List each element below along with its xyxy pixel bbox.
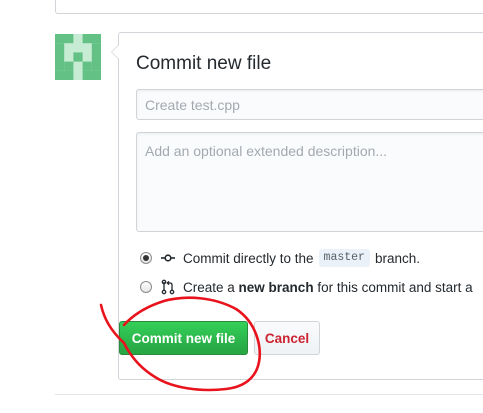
git-pull-request-icon — [160, 279, 176, 295]
option-commit-direct[interactable]: Commit directly to the master branch. — [140, 248, 420, 268]
option-new-branch[interactable]: Create a new branch for this commit and … — [140, 277, 473, 297]
new-branch-bold: new branch — [238, 279, 314, 295]
identicon-avatar-icon — [55, 34, 101, 80]
commit-new-file-button[interactable]: Commit new file — [119, 321, 248, 355]
commit-page: Commit new file Commit directly to the m… — [0, 0, 483, 413]
user-avatar[interactable] — [55, 34, 101, 80]
new-branch-suffix: for this commit and start a — [317, 279, 473, 295]
section-divider — [55, 394, 483, 395]
commit-form-title: Commit new file — [136, 53, 272, 74]
previous-section-box — [55, 0, 483, 14]
commit-direct-radio[interactable] — [140, 252, 152, 264]
new-branch-radio[interactable] — [140, 281, 152, 293]
commit-direct-suffix: branch. — [374, 250, 420, 266]
cancel-button[interactable]: Cancel — [254, 321, 320, 355]
git-commit-icon — [160, 250, 176, 266]
commit-direct-label: Commit directly to the — [183, 250, 314, 266]
new-branch-prefix: Create a — [183, 279, 235, 295]
speech-arrow-fill — [112, 44, 120, 60]
branch-name-badge: master — [318, 249, 370, 267]
commit-description-textarea[interactable] — [136, 132, 483, 232]
commit-summary-input[interactable] — [136, 89, 483, 120]
